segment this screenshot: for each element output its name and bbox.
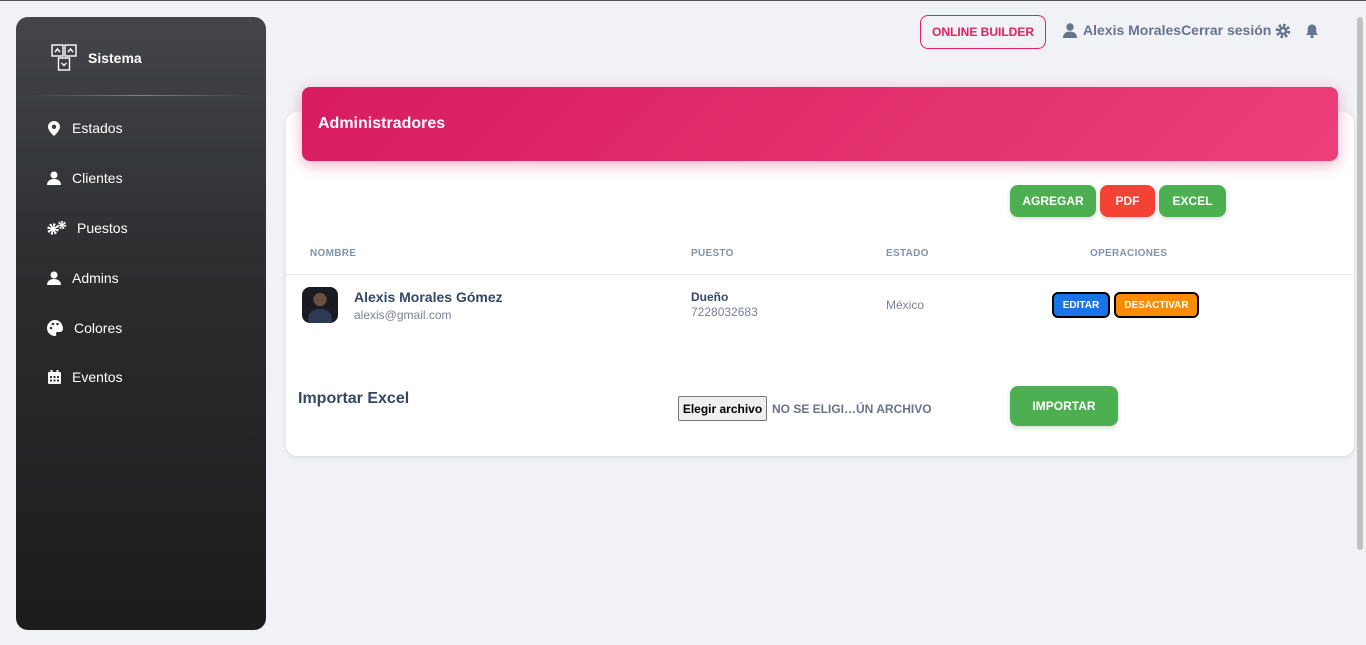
pdf-button[interactable]: PDF [1100,185,1155,217]
sidebar-item-admins[interactable]: Admins [46,270,119,286]
logout-link[interactable]: Cerrar sesión [1181,22,1271,38]
brand-logo-icon [51,44,77,71]
sidebar-divider [28,95,254,96]
column-header-state: ESTADO [886,248,929,259]
sidebar-item-puestos[interactable]: Puestos [46,220,128,236]
palette-icon [46,320,64,336]
sidebar: Sistema Estados Clientes Puestos Admins … [16,17,266,630]
import-excel-title: Importar Excel [298,390,410,407]
user-name: Alexis Morales [1083,22,1182,38]
user-menu[interactable]: Alexis MoralesCerrar sesión [1063,22,1271,38]
window-top-border [0,0,1366,1]
sidebar-item-label: Colores [74,320,123,336]
column-header-role: PUESTO [691,248,734,259]
column-header-operations: OPERACIONES [1090,248,1168,259]
sidebar-item-label: Clientes [72,170,123,186]
sidebar-item-eventos[interactable]: Eventos [46,369,123,385]
sidebar-item-label: Estados [72,120,123,136]
admin-email: alexis@gmail.com [354,308,452,322]
notification-bell-icon[interactable] [1304,23,1320,39]
sidebar-item-label: Puestos [77,220,128,236]
user-icon [46,270,62,286]
sidebar-item-label: Admins [72,270,119,286]
brand[interactable]: Sistema [50,43,142,73]
deactivate-button[interactable]: DESACTIVAR [1114,292,1199,318]
online-builder-button[interactable]: ONLINE BUILDER [920,15,1046,49]
table-header-divider [286,274,1354,275]
sidebar-item-colores[interactable]: Colores [46,320,122,336]
card-title: Administradores [318,115,446,132]
sidebar-item-label: Eventos [72,369,123,385]
choose-file-button[interactable]: Elegir archivo [678,396,767,421]
column-header-name: NOMBRE [310,248,357,259]
page-scrollbar[interactable] [1357,17,1363,550]
gears-icon [46,220,67,236]
brand-name: Sistema [88,50,142,66]
excel-button[interactable]: EXCEL [1159,185,1226,217]
admin-phone: 7228032683 [691,305,758,319]
sidebar-item-estados[interactable]: Estados [46,120,123,136]
user-icon [46,170,62,186]
sidebar-item-clientes[interactable]: Clientes [46,170,123,186]
admin-name: Alexis Morales Gómez [354,289,503,305]
settings-gear-icon[interactable] [1275,23,1291,39]
file-status-text: NO SE ELIGI…ÚN ARCHIVO [772,402,932,416]
admin-state: México [886,298,925,312]
map-pin-icon [46,120,62,136]
user-icon [1063,22,1077,38]
calendar-icon [46,369,62,385]
avatar [302,287,338,323]
edit-button[interactable]: EDITAR [1052,292,1110,318]
admin-role: Dueño [691,290,729,304]
card-header: Administradores [302,87,1338,161]
import-button[interactable]: IMPORTAR [1010,386,1118,426]
add-button[interactable]: AGREGAR [1010,185,1096,217]
